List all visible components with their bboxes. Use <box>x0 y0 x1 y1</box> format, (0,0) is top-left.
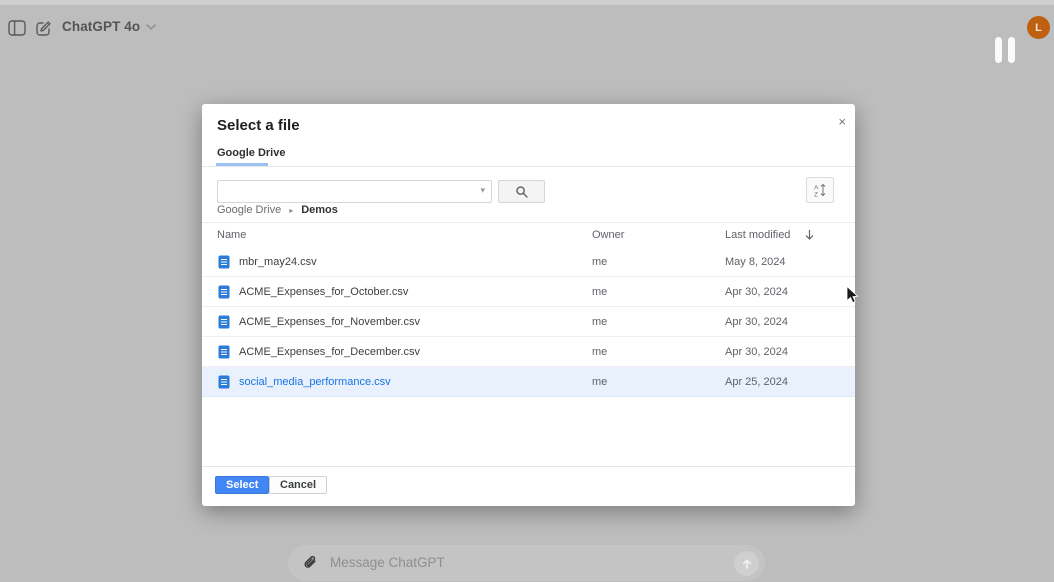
column-header-name[interactable]: Name <box>217 229 246 241</box>
file-name: ACME_Expenses_for_October.csv <box>239 286 409 298</box>
chatgpt-topbar: ChatGPT 4o L <box>0 14 1054 46</box>
file-owner: me <box>592 316 608 328</box>
column-header-modified[interactable]: Last modified <box>725 229 815 241</box>
tab-divider <box>202 166 855 167</box>
table-row[interactable]: ACME_Expenses_for_December.csv me Apr 30, … <box>202 337 855 367</box>
file-modified: May 8, 2024 <box>725 256 786 268</box>
message-placeholder: Message ChatGPT <box>330 555 445 570</box>
table-row[interactable]: ACME_Expenses_for_November.csv me Apr 30, … <box>202 307 855 337</box>
breadcrumb-item-current: Demos <box>301 204 338 216</box>
model-label: ChatGPT 4o <box>62 19 141 34</box>
cancel-button[interactable]: Cancel <box>269 476 328 494</box>
file-modified: Apr 30, 2024 <box>725 286 788 298</box>
send-button[interactable] <box>734 551 759 576</box>
tab-google-drive[interactable]: Google Drive <box>217 147 285 159</box>
file-owner: me <box>592 346 608 358</box>
svg-text:Z: Z <box>814 192 818 198</box>
breadcrumb-arrow-icon: ▸ <box>289 205 294 215</box>
search-icon <box>515 185 528 198</box>
select-button[interactable]: Select <box>215 476 270 494</box>
file-name: ACME_Expenses_for_December.csv <box>239 346 420 358</box>
sort-direction-down-icon <box>806 230 814 240</box>
table-header: Name Owner Last modified <box>202 222 855 248</box>
svg-text:A: A <box>814 185 819 192</box>
column-header-owner[interactable]: Owner <box>592 229 624 241</box>
close-icon[interactable]: × <box>838 115 846 128</box>
breadcrumb-item-root[interactable]: Google Drive <box>217 204 281 216</box>
attach-paperclip-icon[interactable] <box>302 555 318 571</box>
file-modified: Apr 25, 2024 <box>725 376 788 388</box>
file-picker-dialog: Select a file × Google Drive ▾ A Z Googl… <box>202 104 855 506</box>
search-button[interactable] <box>498 180 545 203</box>
mouse-cursor <box>846 286 859 304</box>
file-modified: Apr 30, 2024 <box>725 316 788 328</box>
csv-file-icon <box>218 315 230 332</box>
screen: ChatGPT 4o L Select a file × Google Driv… <box>0 0 1054 582</box>
dialog-title: Select a file <box>217 117 300 134</box>
csv-file-icon <box>218 285 230 302</box>
dialog-footer: Select Cancel <box>202 466 855 507</box>
file-name: ACME_Expenses_for_November.csv <box>239 316 420 328</box>
file-name: social_media_performance.csv <box>239 376 391 388</box>
table-row[interactable]: ACME_Expenses_for_October.csv me Apr 30, 2… <box>202 277 855 307</box>
file-owner: me <box>592 256 608 268</box>
new-chat-icon[interactable] <box>35 20 53 38</box>
file-name: mbr_may24.csv <box>239 256 317 268</box>
csv-file-icon <box>218 345 230 362</box>
message-input[interactable]: Message ChatGPT <box>288 545 765 581</box>
combobox-caret-icon: ▾ <box>480 185 485 195</box>
column-header-modified-label: Last modified <box>725 229 791 241</box>
avatar[interactable]: L <box>1027 16 1050 39</box>
csv-file-icon <box>218 255 230 272</box>
table-row[interactable]: social_media_performance.csv me Apr 25, 20… <box>202 367 855 397</box>
arrow-up-icon <box>742 558 751 569</box>
model-selector[interactable]: ChatGPT 4o <box>62 19 156 34</box>
window-top-strip <box>0 0 1054 5</box>
sort-az-icon: A Z <box>814 183 826 198</box>
sidebar-toggle-icon[interactable] <box>8 20 26 38</box>
table-row[interactable]: mbr_may24.csv me May 8, 2024 <box>202 247 855 277</box>
search-combobox[interactable]: ▾ <box>217 180 492 203</box>
sort-az-button[interactable]: A Z <box>806 177 834 203</box>
file-owner: me <box>592 376 608 388</box>
file-modified: Apr 30, 2024 <box>725 346 788 358</box>
breadcrumb: Google Drive ▸ Demos <box>217 204 338 216</box>
csv-file-icon <box>218 375 230 392</box>
file-list: mbr_may24.csv me May 8, 2024 ACME_Expenses_… <box>202 247 855 397</box>
chevron-down-icon <box>146 23 156 30</box>
pause-icon[interactable] <box>995 37 1015 63</box>
file-owner: me <box>592 286 608 298</box>
